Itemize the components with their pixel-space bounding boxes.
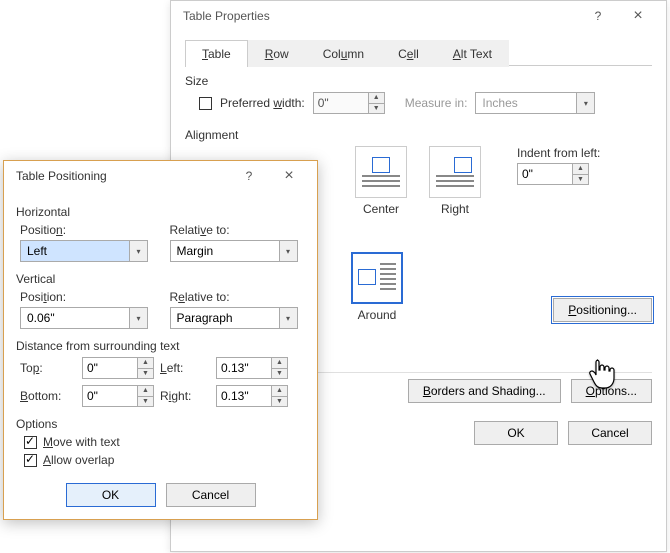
measure-in-label: Measure in:	[405, 96, 468, 110]
tab-column[interactable]: Column	[306, 40, 381, 67]
dist-top-label: Top:	[20, 361, 76, 375]
indent-from-left-input[interactable]: ▲▼	[517, 163, 589, 185]
positioning-ok-button[interactable]: OK	[66, 483, 156, 507]
tab-alt-text[interactable]: Alt Text	[436, 40, 509, 67]
dist-right-label: Right:	[160, 389, 210, 403]
borders-and-shading-button[interactable]: Borders and Shading...	[408, 379, 561, 403]
preferred-width-checkbox[interactable]	[199, 97, 212, 110]
positioning-close-button[interactable]: ×	[269, 161, 309, 191]
tab-cell[interactable]: Cell	[381, 40, 436, 67]
dialog-title: Table Properties	[179, 9, 578, 23]
preferred-width-input[interactable]: ▲▼	[313, 92, 385, 114]
positioning-button[interactable]: Positioning...	[553, 298, 652, 322]
alignment-right-label: Right	[441, 202, 469, 216]
alignment-right-button[interactable]	[429, 146, 481, 198]
h-position-label: Position:	[20, 223, 156, 237]
positioning-title: Table Positioning	[12, 169, 229, 183]
positioning-titlebar: Table Positioning ? ×	[4, 161, 317, 191]
move-with-text-checkbox[interactable]	[24, 436, 37, 449]
h-relative-to-select[interactable]: Margin▾	[170, 240, 298, 262]
measure-in-select[interactable]: Inches▾	[475, 92, 595, 114]
move-with-text-label: Move with text	[43, 435, 120, 449]
allow-overlap-label: Allow overlap	[43, 453, 114, 467]
v-relative-to-select[interactable]: Paragraph▾	[170, 307, 298, 329]
props-ok-button[interactable]: OK	[474, 421, 558, 445]
distance-group-label: Distance from surrounding text	[16, 339, 305, 353]
options-group-label: Options	[16, 417, 305, 431]
allow-overlap-checkbox[interactable]	[24, 454, 37, 467]
dist-top-input[interactable]: ▲▼	[82, 357, 154, 379]
text-wrapping-around-label: Around	[358, 308, 397, 322]
dist-bottom-label: Bottom:	[20, 389, 76, 403]
props-cancel-button[interactable]: Cancel	[568, 421, 652, 445]
v-relative-to-label: Relative to:	[170, 290, 306, 304]
text-wrapping-around-button[interactable]	[351, 252, 403, 304]
v-position-label: Position:	[20, 290, 156, 304]
size-group-label: Size	[185, 74, 652, 88]
help-button[interactable]: ?	[578, 1, 618, 31]
dist-left-label: Left:	[160, 361, 210, 375]
v-position-select[interactable]: 0.06"▾	[20, 307, 148, 329]
table-options-button[interactable]: Options...	[571, 379, 652, 403]
close-button[interactable]: ×	[618, 1, 658, 31]
h-relative-to-label: Relative to:	[170, 223, 306, 237]
alignment-center-label: Center	[363, 202, 399, 216]
table-positioning-dialog: Table Positioning ? × Horizontal Positio…	[3, 160, 318, 520]
preferred-width-label: Preferred width:	[220, 96, 305, 110]
tab-table[interactable]: Table	[185, 40, 248, 67]
positioning-cancel-button[interactable]: Cancel	[166, 483, 256, 507]
indent-from-left-label: Indent from left:	[517, 146, 600, 160]
tab-strip: Table Row Column Cell Alt Text	[185, 39, 652, 66]
dist-bottom-input[interactable]: ▲▼	[82, 385, 154, 407]
dist-left-input[interactable]: ▲▼	[216, 357, 288, 379]
dist-right-input[interactable]: ▲▼	[216, 385, 288, 407]
h-position-select[interactable]: Left▾	[20, 240, 148, 262]
positioning-help-button[interactable]: ?	[229, 161, 269, 191]
tab-row[interactable]: Row	[248, 40, 306, 67]
vertical-group-label: Vertical	[16, 272, 305, 286]
horizontal-group-label: Horizontal	[16, 205, 305, 219]
alignment-center-button[interactable]	[355, 146, 407, 198]
titlebar: Table Properties ? ×	[171, 1, 666, 31]
alignment-group-label: Alignment	[185, 128, 652, 142]
